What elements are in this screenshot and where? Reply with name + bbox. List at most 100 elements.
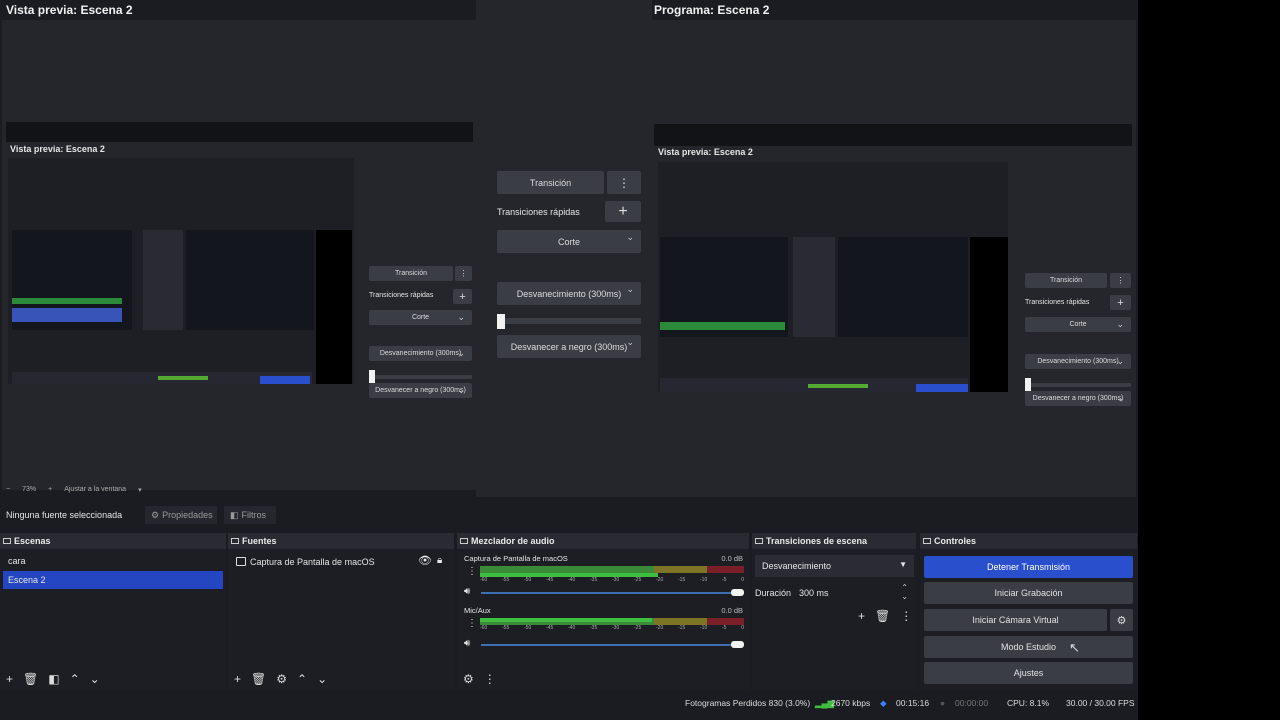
chevron-down-icon[interactable]: ▾ bbox=[138, 486, 142, 494]
lock-icon[interactable]: 🔒︎ bbox=[437, 555, 442, 566]
add-scene-button[interactable]: + bbox=[6, 672, 13, 686]
settings-button[interactable]: Ajustes bbox=[924, 662, 1133, 684]
record-icon: ● bbox=[940, 698, 946, 708]
dropped-frames: Fotogramas Perdidos 830 (3.0%) bbox=[685, 698, 811, 708]
scene-transitions-panel: Transiciones de escena Desvanecimiento ▼… bbox=[752, 533, 916, 690]
gear-icon: ⚙ bbox=[151, 509, 160, 520]
move-up-button[interactable]: ⌃ bbox=[297, 672, 307, 686]
transition-select[interactable]: Desvanecimiento ▼ bbox=[755, 555, 914, 577]
program-title: Programa: Escena 2 bbox=[654, 3, 770, 17]
sources-panel: Fuentes Captura de Pantalla de macOS 👁︎ … bbox=[228, 533, 454, 690]
cpu-usage: CPU: 8.1% bbox=[1007, 698, 1050, 708]
virtual-camera-settings-button[interactable]: ⚙ bbox=[1110, 609, 1133, 631]
speaker-icon[interactable]: 🔊︎ bbox=[464, 638, 470, 649]
scene-item-selected[interactable]: Escena 2 bbox=[3, 571, 223, 589]
quick-transitions-label: Transiciones rápidas bbox=[497, 207, 580, 217]
zoom-out-button[interactable]: − bbox=[6, 486, 10, 494]
volume-slider[interactable] bbox=[481, 592, 736, 594]
source-status: Ninguna fuente seleccionada bbox=[6, 510, 123, 520]
mouse-cursor-icon: ↖ bbox=[1069, 640, 1080, 655]
stream-icon: ◆ bbox=[880, 698, 887, 708]
dock-icon bbox=[755, 538, 763, 544]
gear-icon[interactable]: ⚙ bbox=[463, 672, 474, 686]
dock-icon bbox=[923, 538, 931, 544]
duration-input[interactable]: 300 ms ⌃ ⌄ bbox=[794, 582, 914, 604]
black-margin bbox=[1138, 0, 1280, 720]
chevron-down-icon: ▼ bbox=[899, 560, 907, 569]
scene-item[interactable]: cara bbox=[8, 556, 26, 566]
volume-handle[interactable] bbox=[731, 641, 744, 648]
quick-transition-item[interactable]: Desvanecimiento (300ms) bbox=[497, 282, 641, 305]
tbar-slider[interactable] bbox=[497, 318, 641, 324]
quick-transition-item[interactable]: Corte bbox=[497, 230, 641, 253]
nested-preview-title: Vista previa: Escena 2 bbox=[10, 144, 105, 154]
move-down-button[interactable]: ⌄ bbox=[90, 672, 100, 686]
add-source-button[interactable]: + bbox=[234, 672, 241, 686]
meter-scale: -60 -55 -50 -45 -40 -35 -30 -25 -20 -15 -10 -5 0 bbox=[480, 625, 744, 631]
duration-label: Duración bbox=[755, 588, 792, 598]
stop-stream-button[interactable]: Detener Transmisión bbox=[924, 556, 1133, 578]
filters-button[interactable]: ◧ Filtros bbox=[224, 506, 276, 524]
studio-mode-button[interactable]: Modo Estudio bbox=[924, 636, 1133, 658]
transition-tools: + 🗑︎ ⋮ bbox=[858, 609, 912, 623]
monitor-icon bbox=[236, 557, 246, 566]
fit-window-select[interactable]: Ajustar a la ventana bbox=[64, 486, 126, 494]
audio-meter bbox=[480, 566, 744, 573]
mixer-header: Mezclador de audio bbox=[457, 533, 749, 549]
dock-icon bbox=[3, 538, 11, 544]
scenes-panel: Escenas cara Escena 2 + 🗑︎ ◧ ⌃ ⌄ bbox=[0, 533, 226, 690]
move-down-button[interactable]: ⌄ bbox=[317, 672, 327, 686]
zoom-level: 73% bbox=[22, 486, 37, 493]
volume-handle[interactable] bbox=[731, 589, 744, 596]
channel-db: 0.0 dB bbox=[721, 606, 743, 615]
dock-icon bbox=[460, 538, 468, 544]
zoom-in-button[interactable]: + bbox=[48, 486, 52, 494]
trash-icon[interactable]: 🗑︎ bbox=[23, 672, 38, 686]
stream-time: 00:15:16 bbox=[896, 698, 930, 708]
mixer-toolbar: ⚙ ⋮ bbox=[457, 668, 749, 690]
preview-canvas[interactable]: Vista previa: Escena 2 Transición ⋮ Tran… bbox=[2, 20, 476, 490]
gear-icon[interactable]: ⚙ bbox=[276, 672, 287, 686]
add-quick-transition-button[interactable]: + bbox=[605, 201, 641, 222]
scene-transitions-header: Transiciones de escena bbox=[752, 533, 916, 549]
properties-button[interactable]: ⚙ Propiedades bbox=[145, 506, 217, 524]
trash-icon[interactable]: 🗑︎ bbox=[875, 609, 890, 623]
gear-icon: ⚙ bbox=[1116, 614, 1127, 627]
channel-db: 0.0 dB bbox=[721, 554, 743, 563]
bitrate: 2670 kbps bbox=[831, 698, 871, 708]
preview-title: Vista previa: Escena 2 bbox=[6, 3, 133, 17]
start-virtual-camera-button[interactable]: Iniciar Cámara Virtual bbox=[924, 609, 1107, 631]
scenes-toolbar: + 🗑︎ ◧ ⌃ ⌄ bbox=[0, 668, 226, 690]
nested-program-screen bbox=[658, 162, 1008, 392]
audio-meter-level bbox=[480, 618, 652, 622]
controls-header: Controles bbox=[920, 533, 1137, 549]
channel-name: Captura de Pantalla de macOS bbox=[464, 554, 568, 563]
tbar-handle[interactable] bbox=[497, 314, 505, 329]
quick-transition-item[interactable]: Desvanecer a negro (300ms) bbox=[497, 335, 641, 358]
kebab-icon[interactable]: ⋮ bbox=[900, 609, 912, 623]
audio-mixer-panel: Mezclador de audio Captura de Pantalla d… bbox=[457, 533, 749, 690]
filter-icon[interactable]: ◧ bbox=[48, 672, 59, 686]
plus-icon: + bbox=[618, 202, 628, 220]
stepper-icon[interactable]: ⌃ ⌄ bbox=[901, 583, 908, 601]
kebab-icon[interactable]: ⋮ bbox=[484, 672, 496, 686]
volume-slider[interactable] bbox=[481, 644, 736, 646]
kebab-icon[interactable]: ⋮ bbox=[467, 618, 477, 629]
source-toolbar: Ninguna fuente seleccionada ⚙ Propiedades… bbox=[0, 503, 1138, 527]
kebab-icon: ⋮ bbox=[618, 175, 630, 190]
kebab-icon[interactable]: ⋮ bbox=[467, 566, 477, 577]
nested-transition-button: Transición bbox=[369, 266, 453, 281]
start-recording-button[interactable]: Iniciar Grabación bbox=[924, 582, 1133, 604]
eye-icon[interactable]: 👁︎ bbox=[418, 554, 432, 567]
speaker-icon[interactable]: 🔊︎ bbox=[464, 586, 470, 597]
plus-icon[interactable]: + bbox=[858, 609, 865, 623]
move-up-button[interactable]: ⌃ bbox=[70, 672, 80, 686]
trash-icon[interactable]: 🗑︎ bbox=[251, 672, 266, 686]
program-canvas: Vista previa: Escena 2 Transición ⋮ Tran… bbox=[652, 20, 1136, 497]
transition-menu-button[interactable]: ⋮ bbox=[607, 171, 641, 194]
nested-program-title: Vista previa: Escena 2 bbox=[658, 147, 753, 157]
source-item[interactable]: Captura de Pantalla de macOS bbox=[250, 557, 375, 567]
sources-toolbar: + 🗑︎ ⚙ ⌃ ⌄ bbox=[228, 668, 454, 690]
preview-zoom-bar: − 73% + Ajustar a la ventana ▾ bbox=[6, 486, 142, 494]
transition-button[interactable]: Transición bbox=[497, 171, 604, 194]
